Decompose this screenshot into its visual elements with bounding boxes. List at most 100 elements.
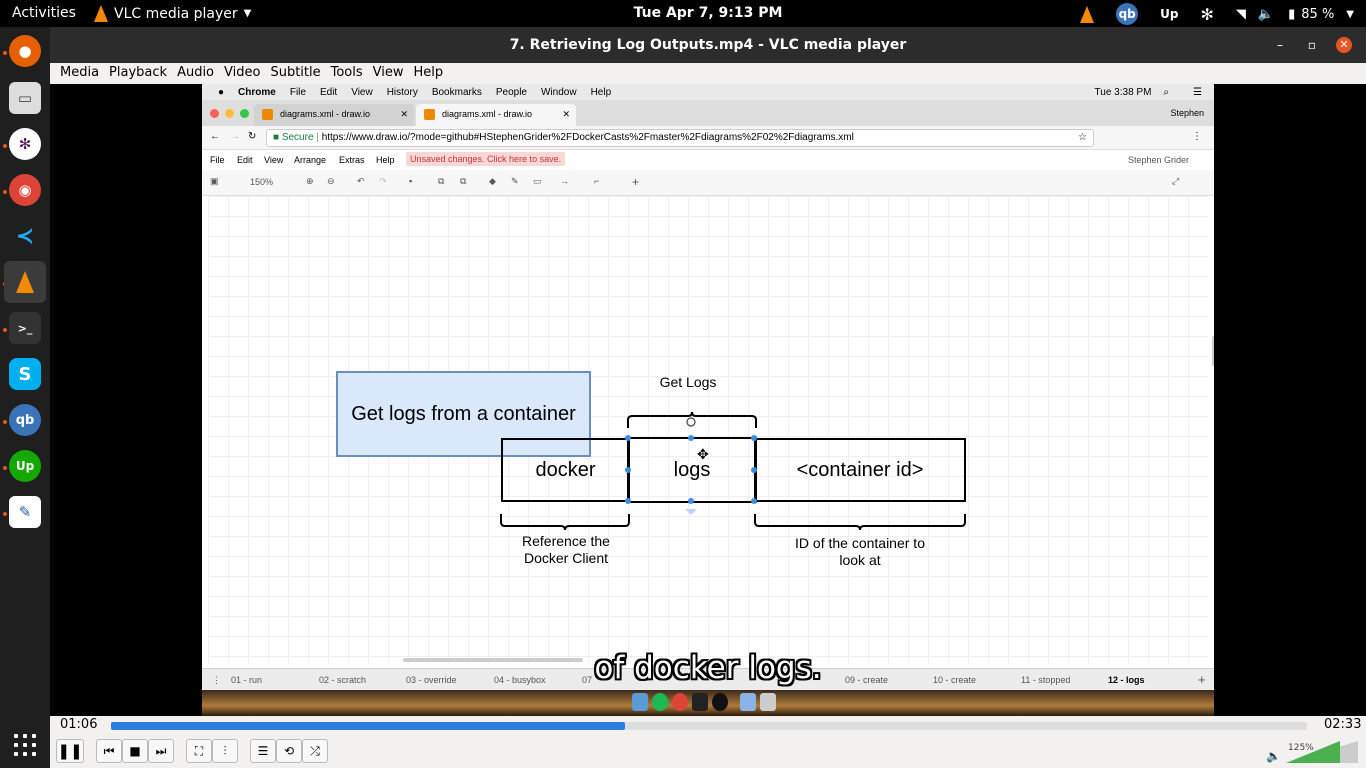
pause-button[interactable]: ❚❚: [56, 739, 84, 763]
skype-icon[interactable]: S: [9, 358, 41, 390]
obs-icon: [712, 693, 728, 711]
show-applications-icon[interactable]: [14, 734, 36, 756]
drawio-menu-item: File: [210, 155, 225, 165]
video-frame: ● Chrome File Edit View History Bookmark…: [202, 84, 1214, 716]
shuffle-button[interactable]: ⤮: [302, 739, 328, 763]
top-bar: Activities VLC media player ▼ Tue Apr 7,…: [0, 0, 1366, 27]
menu-media[interactable]: Media: [50, 63, 99, 84]
stop-button[interactable]: ■: [122, 739, 148, 763]
omnibox: ■ Secure | https://www.draw.io/?mode=git…: [266, 129, 1094, 147]
speaker-icon[interactable]: 🔈: [1266, 749, 1281, 763]
qbittorrent-tray-icon[interactable]: qb: [1116, 3, 1139, 25]
qbittorrent-icon[interactable]: qb: [9, 404, 41, 436]
menu-playback[interactable]: Playback: [99, 63, 167, 84]
fullscreen-icon: ⤢: [1172, 176, 1180, 186]
close-icon[interactable]: ✕: [1336, 37, 1352, 53]
tab-close-icon: ✕: [400, 109, 408, 119]
fill-color-icon: ◆: [489, 176, 496, 186]
drawio-icon: [262, 109, 273, 120]
url-bar: ← → ↻ ■ Secure | https://www.draw.io/?mo…: [202, 126, 1214, 150]
running-indicator: [3, 51, 7, 55]
mac-search-icon: ⌕: [1163, 86, 1170, 98]
menu-help[interactable]: Help: [404, 63, 444, 84]
running-indicator: [3, 190, 7, 194]
reference-brace: [500, 514, 630, 531]
upwork-tray-icon[interactable]: Up: [1160, 7, 1178, 21]
menu-audio[interactable]: Audio: [167, 63, 214, 84]
container-id-brace: [754, 514, 966, 531]
canvas-scrollbar: [1212, 336, 1214, 366]
redo-icon: ↷: [379, 176, 387, 186]
text-editor-icon[interactable]: ✎: [9, 496, 41, 528]
vscode-icon[interactable]: ≺: [9, 220, 41, 252]
previous-button[interactable]: ⏮: [96, 739, 122, 763]
insert-icon: +: [632, 175, 640, 189]
next-button[interactable]: ⏭: [148, 739, 174, 763]
container-id-text: <container id>: [796, 458, 924, 481]
mac-list-icon: ☰: [1193, 86, 1202, 98]
container-id-label-line: look at: [839, 552, 881, 568]
chrome-icon[interactable]: ◉: [9, 174, 41, 206]
undo-icon: ↶: [357, 176, 365, 186]
forward-icon: →: [230, 131, 240, 142]
selection-handle: [751, 467, 757, 473]
upwork-icon[interactable]: Up: [9, 450, 41, 482]
fullscreen-icon: ⛶: [194, 743, 204, 758]
elapsed-time[interactable]: 01:06: [60, 717, 97, 732]
drawio-menubar: File Edit View Arrange Extras Help Unsav…: [202, 150, 1214, 170]
connect-arrow-icon: [685, 509, 697, 515]
battery-icon[interactable]: ▮: [1288, 7, 1295, 22]
playlist-icon: ☰: [257, 744, 269, 758]
mac-chrome-icon: [672, 693, 688, 711]
waypoints-icon: ⌐: [594, 176, 600, 186]
window-title: 7. Retrieving Log Outputs.mp4 - VLC medi…: [509, 37, 907, 53]
battery-percent[interactable]: 85 %: [1301, 7, 1334, 22]
playlist-button[interactable]: ☰: [250, 739, 276, 763]
browser-tabs: diagrams.xml - draw.io ✕ diagrams.xml - …: [202, 100, 1214, 126]
wifi-icon[interactable]: ◥: [1236, 7, 1246, 22]
volume-percent: 125%: [1288, 743, 1314, 753]
slack-icon[interactable]: ✻: [9, 128, 41, 160]
zoom-in-icon: ⊕: [306, 176, 314, 186]
shuffle-icon: ⤮: [310, 743, 320, 758]
tab-close-icon: ✕: [562, 109, 570, 119]
video-area[interactable]: ● Chrome File Edit View History Bookmark…: [50, 84, 1366, 716]
seek-progress: [111, 722, 626, 730]
reference-label-line: Docker Client: [523, 550, 609, 566]
maximize-icon[interactable]: ▫: [1304, 37, 1320, 53]
reference-label: Reference the Docker Client: [501, 533, 631, 567]
power-menu-icon[interactable]: ▼: [1346, 9, 1354, 20]
drawio-menu-item: View: [264, 155, 284, 165]
extended-settings-button[interactable]: ⫶: [212, 739, 238, 763]
container-id-label-line: ID of the container to: [795, 535, 925, 551]
mac-clock: Tue 3:38 PM: [1094, 86, 1152, 98]
running-indicator: [3, 420, 7, 424]
menu-video[interactable]: Video: [214, 63, 260, 84]
unsaved-banner: Unsaved changes. Click here to save.: [406, 152, 566, 166]
slack-tray-icon[interactable]: ✻: [1201, 5, 1214, 24]
firefox-icon[interactable]: ●: [9, 35, 41, 67]
docker-text: docker: [535, 458, 596, 481]
trash-icon: [760, 693, 776, 711]
logs-box: logs: [627, 437, 757, 503]
playback-controls: 01:06 02:33 ❚❚ ⏮ ■ ⏭ ⛶ ⫶ ☰ ⟲ ⤮ 🔈 125%: [50, 716, 1366, 768]
drawio-menu-item: Help: [376, 155, 395, 165]
previous-icon: ⏮: [103, 743, 115, 758]
menu-subtitle[interactable]: Subtitle: [260, 63, 320, 84]
vlc-tray-icon[interactable]: [1080, 5, 1095, 23]
total-time[interactable]: 02:33: [1324, 717, 1361, 732]
system-tray[interactable]: qb Up ✻ ◥ 🔈 ▮ 85 % ▼: [1058, 3, 1354, 25]
vlc-dock-icon[interactable]: [4, 261, 46, 303]
fullscreen-button[interactable]: ⛶: [186, 739, 212, 763]
loop-button[interactable]: ⟲: [276, 739, 302, 763]
files-icon[interactable]: ▭: [9, 82, 41, 114]
window-titlebar[interactable]: 7. Retrieving Log Outputs.mp4 - VLC medi…: [50, 27, 1366, 63]
seek-bar[interactable]: [111, 722, 1307, 730]
minimize-icon[interactable]: –: [1272, 37, 1288, 53]
terminal-icon[interactable]: >_: [9, 312, 41, 344]
volume-icon[interactable]: 🔈: [1258, 7, 1274, 22]
menu-tools[interactable]: Tools: [321, 63, 363, 84]
menu-view[interactable]: View: [363, 63, 404, 84]
mac-menu-item: View: [351, 86, 373, 98]
mac-menu-item: People: [495, 86, 527, 98]
